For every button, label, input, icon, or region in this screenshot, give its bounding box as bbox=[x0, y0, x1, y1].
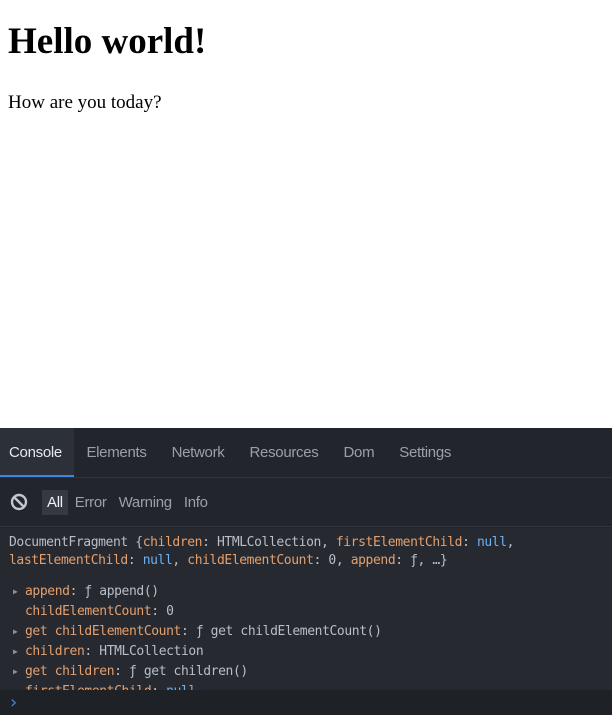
property-key: append bbox=[25, 584, 70, 599]
tab-dom[interactable]: Dom bbox=[331, 428, 387, 477]
property-value: HTMLCollection bbox=[99, 644, 204, 659]
colon: : bbox=[84, 644, 100, 659]
filter-error[interactable]: Error bbox=[70, 490, 112, 515]
brace: { bbox=[127, 535, 143, 550]
rendered-page: Hello world! How are you today? bbox=[0, 0, 612, 428]
property-value: null bbox=[166, 682, 196, 690]
filter-all[interactable]: All bbox=[42, 489, 68, 515]
value: ƒ, …} bbox=[402, 553, 448, 568]
console-input[interactable]: › bbox=[0, 690, 612, 715]
property-row[interactable]: ▶ get childElementCount: ƒ get childEleme… bbox=[13, 622, 382, 642]
colon: : bbox=[151, 604, 167, 619]
prompt-chevron-icon: › bbox=[10, 692, 18, 713]
tab-elements[interactable]: Elements bbox=[74, 428, 159, 477]
console-filter-bar: All Error Warning Info bbox=[0, 478, 612, 527]
expand-triangle-icon[interactable]: ▶ bbox=[13, 582, 25, 602]
devtools-panel: Console Elements Network Resources Dom S… bbox=[0, 428, 612, 715]
key: lastElementChild bbox=[9, 553, 128, 568]
tab-settings[interactable]: Settings bbox=[387, 428, 464, 477]
filter-info[interactable]: Info bbox=[179, 490, 213, 515]
key: append bbox=[350, 553, 396, 568]
tab-console[interactable]: Console bbox=[0, 428, 74, 477]
property-value: ƒ get children() bbox=[128, 664, 248, 679]
property-key: children bbox=[25, 644, 85, 659]
expand-triangle-icon[interactable]: ▶ bbox=[13, 642, 25, 662]
value: null bbox=[142, 553, 173, 568]
property-row: firstElementChild: null bbox=[13, 682, 382, 690]
property-tree: ▶ append: ƒ append() childElementCount: 0 ▶… bbox=[13, 582, 382, 690]
property-key: childElementCount bbox=[25, 604, 152, 619]
key: childElementCount bbox=[187, 553, 314, 568]
property-row[interactable]: ▶ children: HTMLCollection bbox=[13, 642, 382, 662]
colon: : bbox=[180, 624, 196, 639]
property-row[interactable]: ▶ append: ƒ append() bbox=[13, 582, 382, 602]
tab-network[interactable]: Network bbox=[159, 428, 237, 477]
filter-warning[interactable]: Warning bbox=[114, 490, 177, 515]
colon: : bbox=[114, 664, 129, 679]
expand-triangle-icon[interactable]: ▶ bbox=[13, 662, 25, 682]
clear-console-icon[interactable] bbox=[10, 493, 28, 511]
tab-resources[interactable]: Resources bbox=[237, 428, 331, 477]
devtools-tabs: Console Elements Network Resources Dom S… bbox=[0, 428, 612, 478]
expand-triangle-icon[interactable]: ▶ bbox=[13, 622, 25, 642]
property-value: 0 bbox=[166, 604, 174, 619]
key: children bbox=[142, 535, 203, 550]
property-value: ƒ get childElementCount() bbox=[195, 624, 382, 639]
property-row: childElementCount: 0 bbox=[13, 602, 382, 622]
value: 0, bbox=[320, 553, 351, 568]
object-summary[interactable]: DocumentFragment {children: HTMLCollecti… bbox=[9, 534, 514, 570]
property-key: firstElementChild bbox=[25, 682, 152, 690]
colon: : bbox=[69, 584, 85, 599]
property-key: get childElementCount bbox=[25, 624, 181, 639]
property-key: get children bbox=[25, 664, 115, 679]
page-paragraph: How are you today? bbox=[8, 92, 162, 113]
property-value: ƒ append() bbox=[84, 584, 159, 599]
console-log[interactable]: DocumentFragment {children: HTMLCollecti… bbox=[0, 528, 612, 690]
page-heading: Hello world! bbox=[8, 21, 207, 62]
colon: : bbox=[151, 682, 166, 690]
key: firstElementChild bbox=[335, 535, 463, 550]
object-type: DocumentFragment bbox=[9, 535, 128, 550]
value: null bbox=[476, 535, 507, 550]
property-row[interactable]: ▶ get children: ƒ get children() bbox=[13, 662, 382, 682]
value: HTMLCollection, bbox=[209, 535, 336, 550]
